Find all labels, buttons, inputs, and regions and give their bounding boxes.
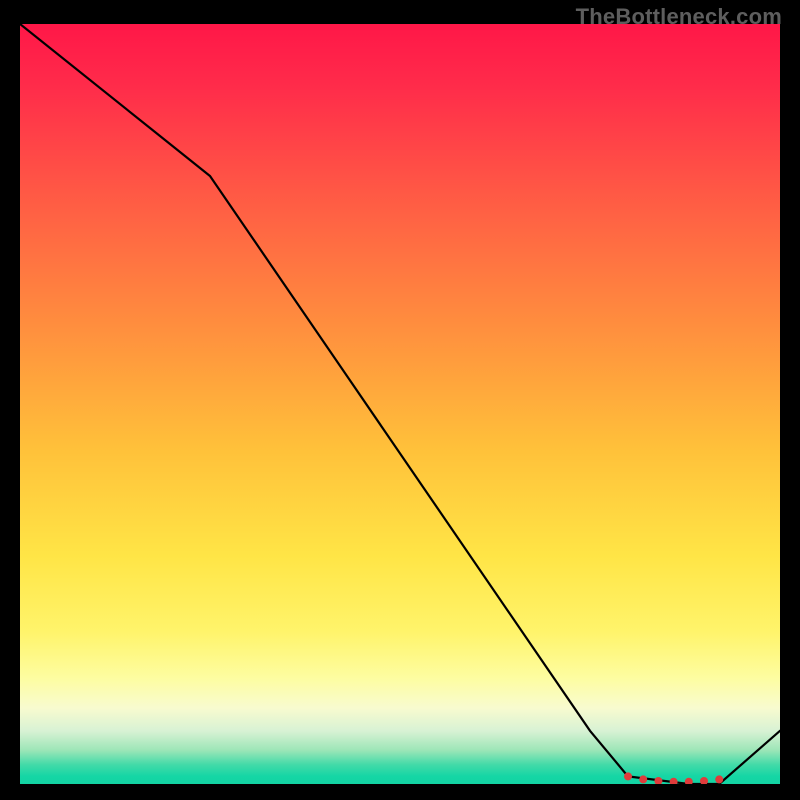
optimal-dot xyxy=(685,778,693,784)
optimal-dot xyxy=(670,778,678,784)
plot-area xyxy=(20,24,780,784)
optimal-dot xyxy=(624,772,632,780)
optimal-dot xyxy=(715,775,723,783)
optimal-dot xyxy=(654,777,662,784)
chart-frame: TheBottleneck.com xyxy=(0,0,800,800)
optimal-dot xyxy=(639,775,647,783)
bottleneck-curve xyxy=(20,24,780,784)
curve-line xyxy=(20,24,780,784)
optimal-dot xyxy=(700,777,708,784)
